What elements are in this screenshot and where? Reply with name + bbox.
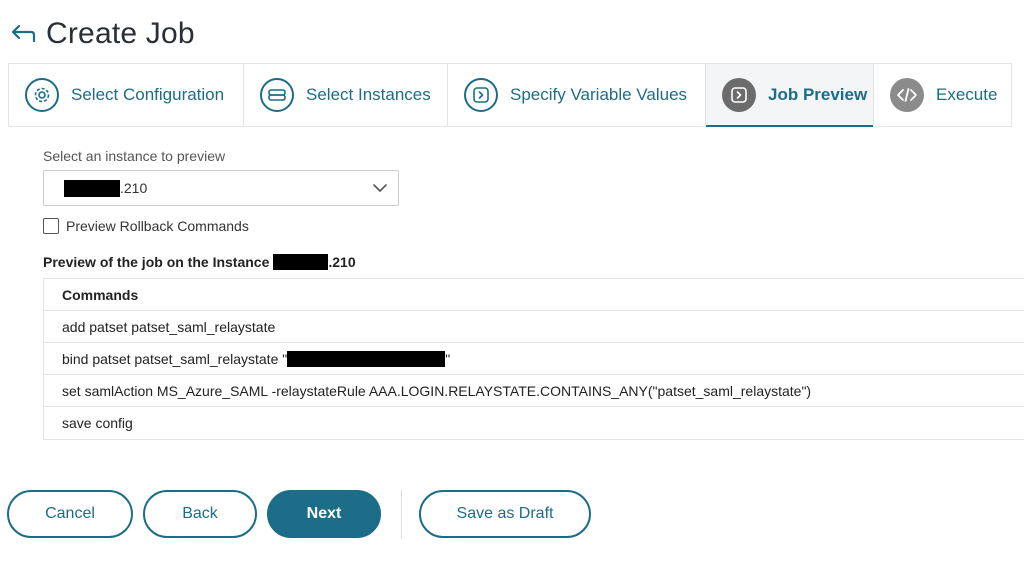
footer-actions: Cancel Back Next Save as Draft xyxy=(7,490,591,538)
divider xyxy=(401,490,402,538)
rollback-checkbox-row[interactable]: Preview Rollback Commands xyxy=(43,218,249,234)
rollback-checkbox[interactable] xyxy=(43,218,59,234)
next-button[interactable]: Next xyxy=(267,490,381,538)
server-icon xyxy=(260,78,294,112)
chevron-right-icon xyxy=(464,78,498,112)
commands-table: Commands add patset patset_saml_relaysta… xyxy=(43,278,1024,440)
step-select-configuration[interactable]: Select Configuration xyxy=(9,64,244,126)
instance-select-value: .210 xyxy=(120,180,148,196)
command-text-suffix: " xyxy=(445,350,451,367)
code-icon xyxy=(890,78,924,112)
instance-select[interactable]: .210 xyxy=(43,170,399,206)
wizard-steps: Select Configuration Select Instances Sp… xyxy=(8,63,1012,127)
cancel-button[interactable]: Cancel xyxy=(7,490,133,538)
table-row: set samlAction MS_Azure_SAML -relaystate… xyxy=(44,375,1024,407)
step-label: Specify Variable Values xyxy=(510,85,688,104)
back-button[interactable]: Back xyxy=(143,490,257,538)
step-label: Select Configuration xyxy=(71,85,225,104)
step-execute[interactable]: Execute xyxy=(874,64,1011,126)
save-as-draft-button[interactable]: Save as Draft xyxy=(419,490,591,538)
preview-title-prefix: Preview of the job on the Instance xyxy=(43,254,270,270)
step-select-instances[interactable]: Select Instances xyxy=(244,64,448,126)
preview-title: Preview of the job on the Instance .210 xyxy=(43,254,356,270)
table-row: add patset patset_saml_relaystate xyxy=(44,311,1024,343)
chevron-down-icon xyxy=(372,180,388,199)
rollback-checkbox-label: Preview Rollback Commands xyxy=(66,218,249,234)
command-text: bind patset patset_saml_relaystate " xyxy=(62,350,288,367)
preview-title-suffix: .210 xyxy=(328,254,356,270)
table-header: Commands xyxy=(44,279,1024,311)
instance-select-label: Select an instance to preview xyxy=(43,148,226,164)
gear-icon xyxy=(25,78,59,112)
page-title: Create Job xyxy=(46,17,195,50)
chevron-right-icon xyxy=(722,78,756,112)
page-header: Create Job xyxy=(8,14,195,54)
step-label: Job Preview xyxy=(768,85,868,104)
table-row: bind patset patset_saml_relaystate " " xyxy=(44,343,1024,375)
step-label: Select Instances xyxy=(306,85,431,104)
redacted-ip xyxy=(64,179,120,197)
redacted-value xyxy=(287,350,446,367)
step-job-preview[interactable]: Job Preview xyxy=(706,64,874,127)
redacted-ip xyxy=(273,254,329,270)
step-specify-variable-values[interactable]: Specify Variable Values xyxy=(448,64,706,126)
step-label: Execute xyxy=(936,85,998,104)
back-arrow-icon[interactable] xyxy=(8,19,38,49)
table-row: save config xyxy=(62,415,133,431)
